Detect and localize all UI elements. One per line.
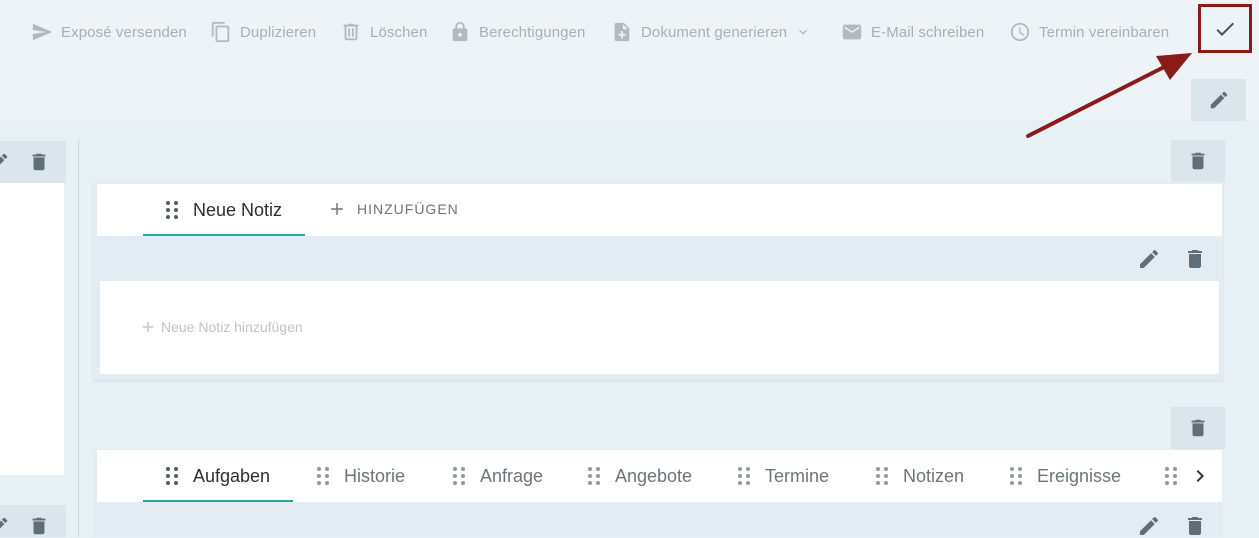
lock-icon — [452, 21, 468, 42]
trash-icon — [1191, 419, 1205, 437]
add-note-button[interactable]: Neue Notiz hinzufügen — [139, 318, 303, 336]
trash-icon — [1188, 517, 1202, 535]
tab-historie[interactable]: Historie — [316, 450, 405, 502]
tab-neue-notiz[interactable]: Neue Notiz — [165, 184, 282, 236]
confirm-button[interactable] — [1198, 4, 1252, 53]
add-tab-label: HINZUFÜGEN — [357, 201, 459, 217]
drag-handle-icon[interactable] — [165, 466, 179, 486]
tab-label: Anfrage — [480, 465, 544, 486]
drag-handle-icon[interactable] — [165, 200, 179, 220]
active-tab-indicator — [143, 500, 293, 502]
tabs-scroll-right-button[interactable] — [1188, 464, 1212, 488]
document-add-icon — [614, 22, 630, 42]
trash-icon[interactable] — [28, 515, 50, 537]
tab-angebote[interactable]: Angebote — [587, 450, 692, 502]
generate-document-label: Dokument generieren — [641, 23, 788, 41]
drag-handle-icon[interactable] — [1164, 466, 1178, 486]
generate-document-button[interactable]: Dokument generieren — [611, 20, 811, 44]
plus-icon — [331, 203, 343, 215]
tab-ereignisse[interactable]: Ereignisse — [1009, 450, 1121, 502]
copy-icon — [211, 21, 230, 43]
tab-termine[interactable]: Termine — [737, 450, 829, 502]
drag-handle-icon[interactable] — [875, 466, 889, 486]
send-expose-button[interactable]: Exposé versenden — [31, 20, 187, 44]
schedule-appointment-button[interactable]: Termin vereinbaren — [1009, 20, 1169, 44]
tab-label: Aufgaben — [193, 465, 271, 486]
pencil-icon[interactable] — [0, 151, 10, 173]
checkmark-icon — [1216, 22, 1234, 36]
tab-notizen[interactable]: Notizen — [875, 450, 964, 502]
edit-layout-button[interactable] — [1191, 79, 1246, 121]
left-panel-actions-lower — [0, 505, 66, 537]
add-note-label: Neue Notiz hinzufügen — [161, 319, 303, 335]
notes-delete-button[interactable] — [1183, 247, 1207, 271]
schedule-appointment-label: Termin vereinbaren — [1039, 23, 1170, 41]
annotation-arrow — [1026, 53, 1192, 138]
delete-icon — [343, 23, 359, 41]
tab-label: Ereignisse — [1037, 465, 1122, 486]
pencil-icon — [1140, 249, 1159, 268]
drag-handle-icon[interactable] — [452, 466, 466, 486]
tab-aufgaben[interactable]: Aufgaben — [165, 450, 270, 502]
tasks-edit-button[interactable] — [1137, 514, 1161, 538]
tab-label: Termine — [765, 465, 830, 486]
left-panel-actions — [0, 141, 66, 183]
tab-label: Angebote — [615, 465, 693, 486]
pencil-icon — [1140, 516, 1159, 535]
chevron-down-icon[interactable] — [795, 24, 811, 40]
mail-icon — [842, 24, 862, 40]
tab-label: Historie — [344, 465, 406, 486]
write-email-button[interactable]: E-Mail schreiben — [841, 20, 984, 44]
trash-icon — [1188, 250, 1202, 268]
pencil-icon[interactable] — [0, 515, 10, 537]
tab-anfrage[interactable]: Anfrage — [452, 450, 543, 502]
drag-handle-icon[interactable] — [587, 466, 601, 486]
trash-icon[interactable] — [28, 151, 50, 173]
duplicate-button[interactable]: Duplizieren — [210, 20, 316, 44]
delete-button[interactable]: Löschen — [340, 20, 427, 44]
notes-edit-button[interactable] — [1137, 247, 1161, 271]
send-icon — [32, 23, 53, 41]
plus-icon — [142, 321, 154, 333]
duplicate-label: Duplizieren — [240, 23, 317, 41]
tab-label: Notizen — [903, 465, 965, 486]
left-panel-card — [0, 183, 64, 475]
trash-icon — [1191, 152, 1205, 170]
notes-panel-delete-tab[interactable] — [1171, 140, 1225, 182]
permissions-label: Berechtigungen — [479, 23, 586, 41]
clock-icon — [1010, 22, 1030, 42]
tab-label: Neue Notiz — [193, 199, 283, 220]
chevron-right-icon — [1196, 470, 1204, 482]
delete-label: Löschen — [370, 23, 428, 41]
column-divider — [78, 140, 79, 537]
write-email-label: E-Mail schreiben — [871, 23, 985, 41]
tasks-panel-delete-tab[interactable] — [1171, 407, 1225, 449]
active-tab-indicator — [143, 234, 305, 236]
drag-handle-icon[interactable] — [737, 466, 751, 486]
add-tab-button[interactable]: HINZUFÜGEN — [327, 183, 459, 235]
pencil-icon — [1210, 91, 1227, 109]
drag-handle-icon[interactable] — [1009, 466, 1023, 486]
tasks-delete-button[interactable] — [1183, 514, 1207, 538]
drag-handle-icon[interactable] — [316, 466, 330, 486]
permissions-button[interactable]: Berechtigungen — [449, 20, 585, 44]
send-expose-label: Exposé versenden — [61, 23, 187, 41]
